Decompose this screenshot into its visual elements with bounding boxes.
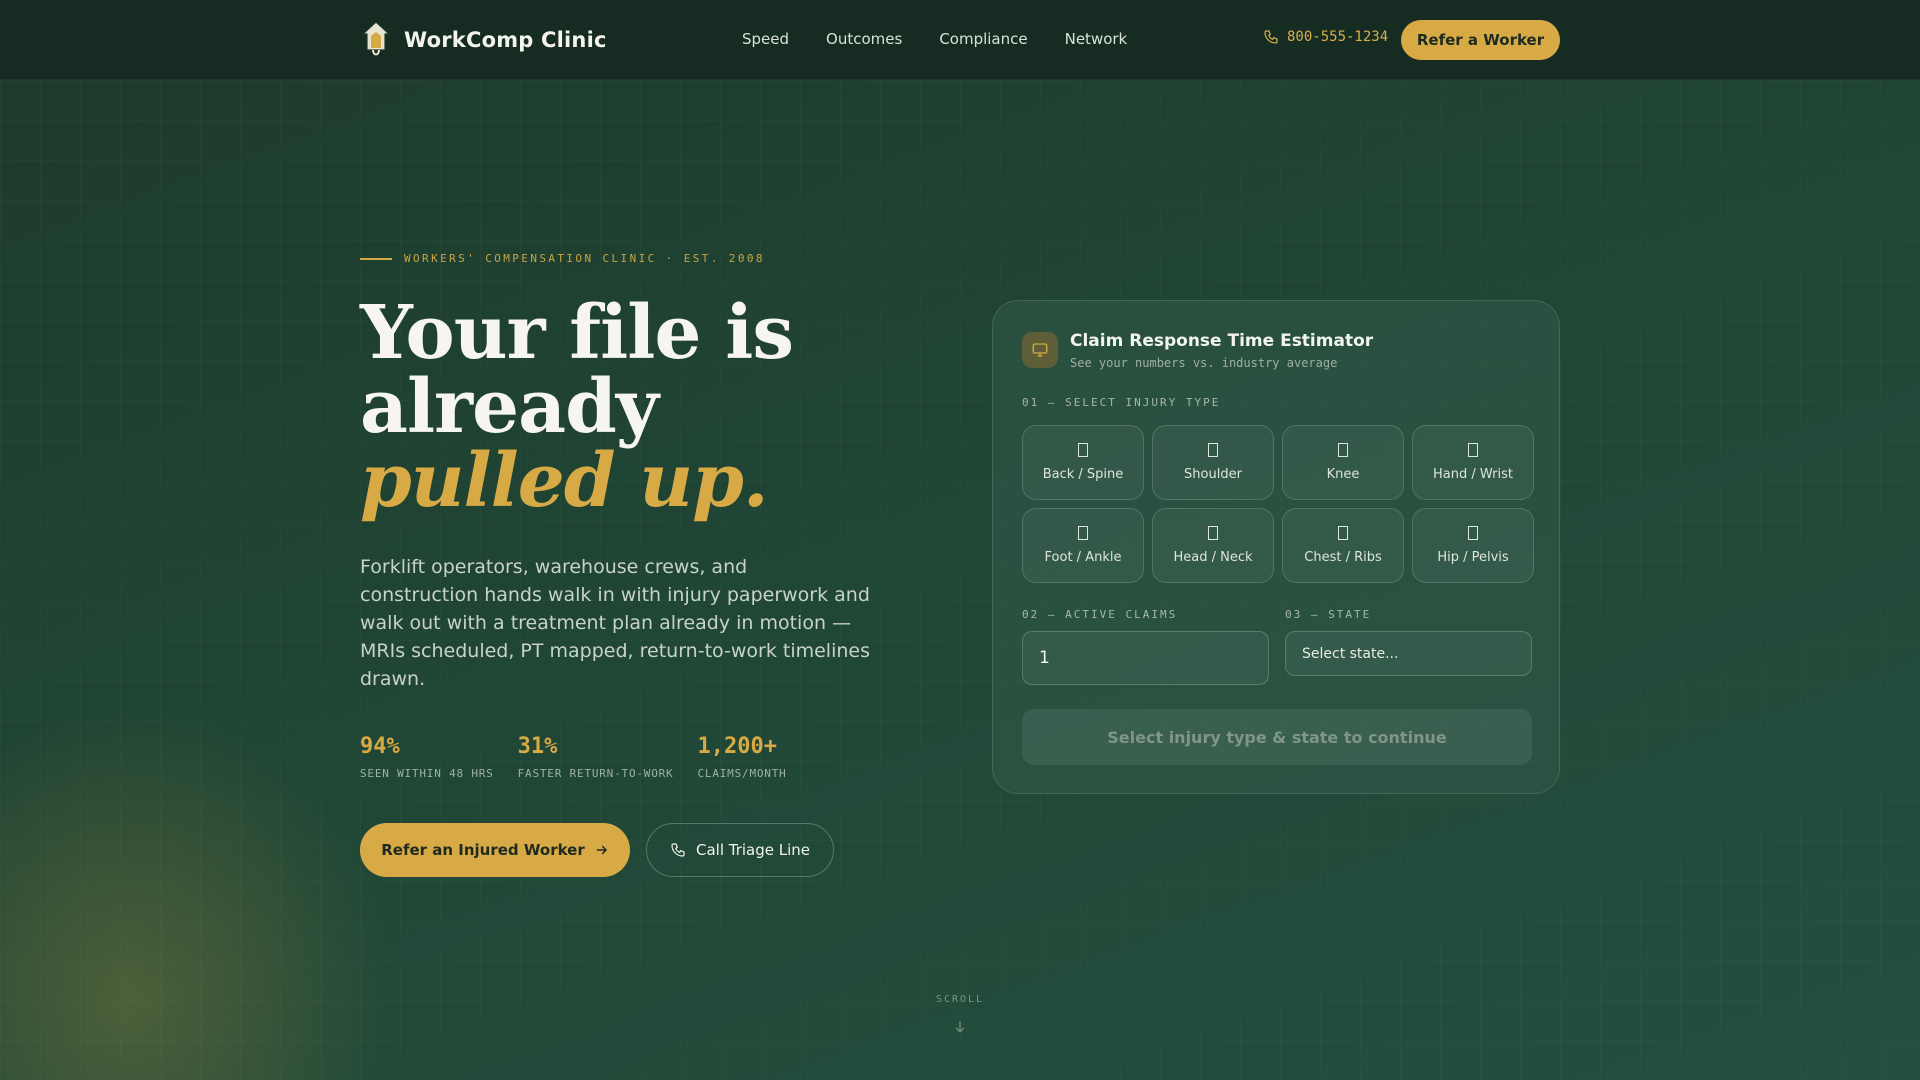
brand-name: WorkComp Clinic: [404, 28, 607, 52]
background-grid: [0, 0, 1920, 1080]
scroll-indicator[interactable]: SCROLL: [932, 994, 988, 1035]
phone-number: 800-555-1234: [1287, 29, 1389, 45]
missing-glyph-icon: [1468, 443, 1478, 457]
stat-return: 31% FASTER RETURN-TO-WORK: [518, 734, 674, 780]
stats-row: 94% SEEN WITHIN 48 HRS 31% FASTER RETURN…: [360, 734, 811, 780]
injury-option-label: Hand / Wrist: [1433, 467, 1513, 482]
missing-glyph-icon: [1208, 526, 1218, 540]
call-triage-label: Call Triage Line: [695, 841, 811, 859]
nav-link-compliance[interactable]: Compliance: [939, 30, 1027, 48]
stat-claims: 1,200+ CLAIMS/MONTH: [697, 734, 786, 780]
nav-links: Speed Outcomes Compliance Network: [742, 30, 1127, 48]
missing-glyph-icon: [1338, 443, 1348, 457]
missing-glyph-icon: [1078, 443, 1088, 457]
missing-glyph-icon: [1338, 526, 1348, 540]
state-select-value: Select state...: [1302, 645, 1399, 662]
nav-link-network[interactable]: Network: [1065, 30, 1128, 48]
eyebrow-line: [360, 257, 392, 260]
injury-option-label: Head / Neck: [1173, 550, 1253, 565]
brand[interactable]: WorkComp Clinic: [360, 20, 607, 60]
injury-option-label: Chest / Ribs: [1304, 550, 1382, 565]
active-claims-label: 02 — ACTIVE CLAIMS: [1022, 608, 1178, 621]
missing-glyph-icon: [1208, 443, 1218, 457]
nav-link-outcomes[interactable]: Outcomes: [826, 30, 902, 48]
refer-injured-worker-button[interactable]: Refer an Injured Worker: [360, 823, 630, 877]
stat-value: 94%: [360, 734, 400, 759]
stat-value: 31%: [517, 734, 558, 759]
injury-option-label: Shoulder: [1184, 467, 1242, 482]
eyebrow-text: WORKERS' COMPENSATION CLINIC · EST. 2008: [404, 252, 765, 265]
estimator-subtitle: See your numbers vs. industry average: [1070, 356, 1338, 370]
stat-label: FASTER RETURN-TO-WORK: [517, 767, 674, 780]
stat-value: 1,200+: [697, 734, 777, 759]
stat-label: SEEN WITHIN 48 HRS: [360, 767, 494, 780]
refer-injured-worker-label: Refer an Injured Worker: [381, 841, 585, 859]
phone-icon: [671, 843, 685, 857]
estimator-title: Claim Response Time Estimator: [1070, 331, 1374, 351]
headline-line-1: Your file is: [360, 290, 794, 376]
claim-estimator-card: Claim Response Time Estimator See your n…: [992, 300, 1560, 794]
refer-worker-button[interactable]: Refer a Worker: [1401, 20, 1560, 60]
injury-option-back-spine[interactable]: Back / Spine: [1022, 425, 1144, 500]
hero-headline: Your file is already pulled up.: [360, 290, 794, 524]
injury-option-hip-pelvis[interactable]: Hip / Pelvis: [1412, 508, 1534, 583]
missing-glyph-icon: [1078, 526, 1088, 540]
missing-glyph-icon: [1468, 526, 1478, 540]
injury-option-label: Hip / Pelvis: [1437, 550, 1509, 565]
phone-link[interactable]: 800-555-1234: [1263, 29, 1388, 45]
hero-lead: Forklift operators, warehouse crews, and…: [360, 556, 870, 690]
phone-icon: [1264, 30, 1278, 44]
eyebrow: WORKERS' COMPENSATION CLINIC · EST. 2008: [360, 252, 765, 265]
estimate-submit-button[interactable]: Select injury type & state to continue: [1022, 709, 1532, 765]
injury-option-hand-wrist[interactable]: Hand / Wrist: [1412, 425, 1534, 500]
state-select[interactable]: Select state...: [1285, 631, 1532, 676]
arrow-right-icon: [596, 845, 607, 855]
active-claims-value: 1: [1039, 648, 1050, 668]
injury-option-label: Back / Spine: [1042, 467, 1124, 482]
state-label: 03 — STATE: [1285, 608, 1372, 621]
injury-option-foot-ankle[interactable]: Foot / Ankle: [1022, 508, 1144, 583]
top-nav: WorkComp Clinic Speed Outcomes Complianc…: [0, 0, 1920, 80]
headline-line-2: already: [360, 364, 659, 450]
monitor-icon: [1022, 332, 1058, 368]
headline-accent: pulled up.: [360, 438, 769, 524]
injury-option-chest-ribs[interactable]: Chest / Ribs: [1282, 508, 1404, 583]
injury-option-knee[interactable]: Knee: [1282, 425, 1404, 500]
stat-label: CLAIMS/MONTH: [697, 767, 787, 780]
injury-type-label: 01 — SELECT INJURY TYPE: [1022, 396, 1221, 409]
call-triage-button[interactable]: Call Triage Line: [646, 823, 834, 877]
nav-link-speed[interactable]: Speed: [742, 30, 789, 48]
injury-option-label: Foot / Ankle: [1044, 550, 1122, 565]
injury-option-shoulder[interactable]: Shoulder: [1152, 425, 1274, 500]
stat-seen: 94% SEEN WITHIN 48 HRS: [360, 734, 494, 780]
scroll-label: SCROLL: [935, 994, 985, 1005]
injury-option-head-neck[interactable]: Head / Neck: [1152, 508, 1274, 583]
injury-type-grid: Back / Spine Shoulder Knee Hand / Wrist …: [1022, 425, 1534, 583]
clinic-logo-icon: [361, 21, 391, 56]
arrow-down-icon: [932, 1019, 988, 1035]
active-claims-input[interactable]: 1: [1022, 631, 1269, 685]
injury-option-label: Knee: [1326, 467, 1360, 482]
